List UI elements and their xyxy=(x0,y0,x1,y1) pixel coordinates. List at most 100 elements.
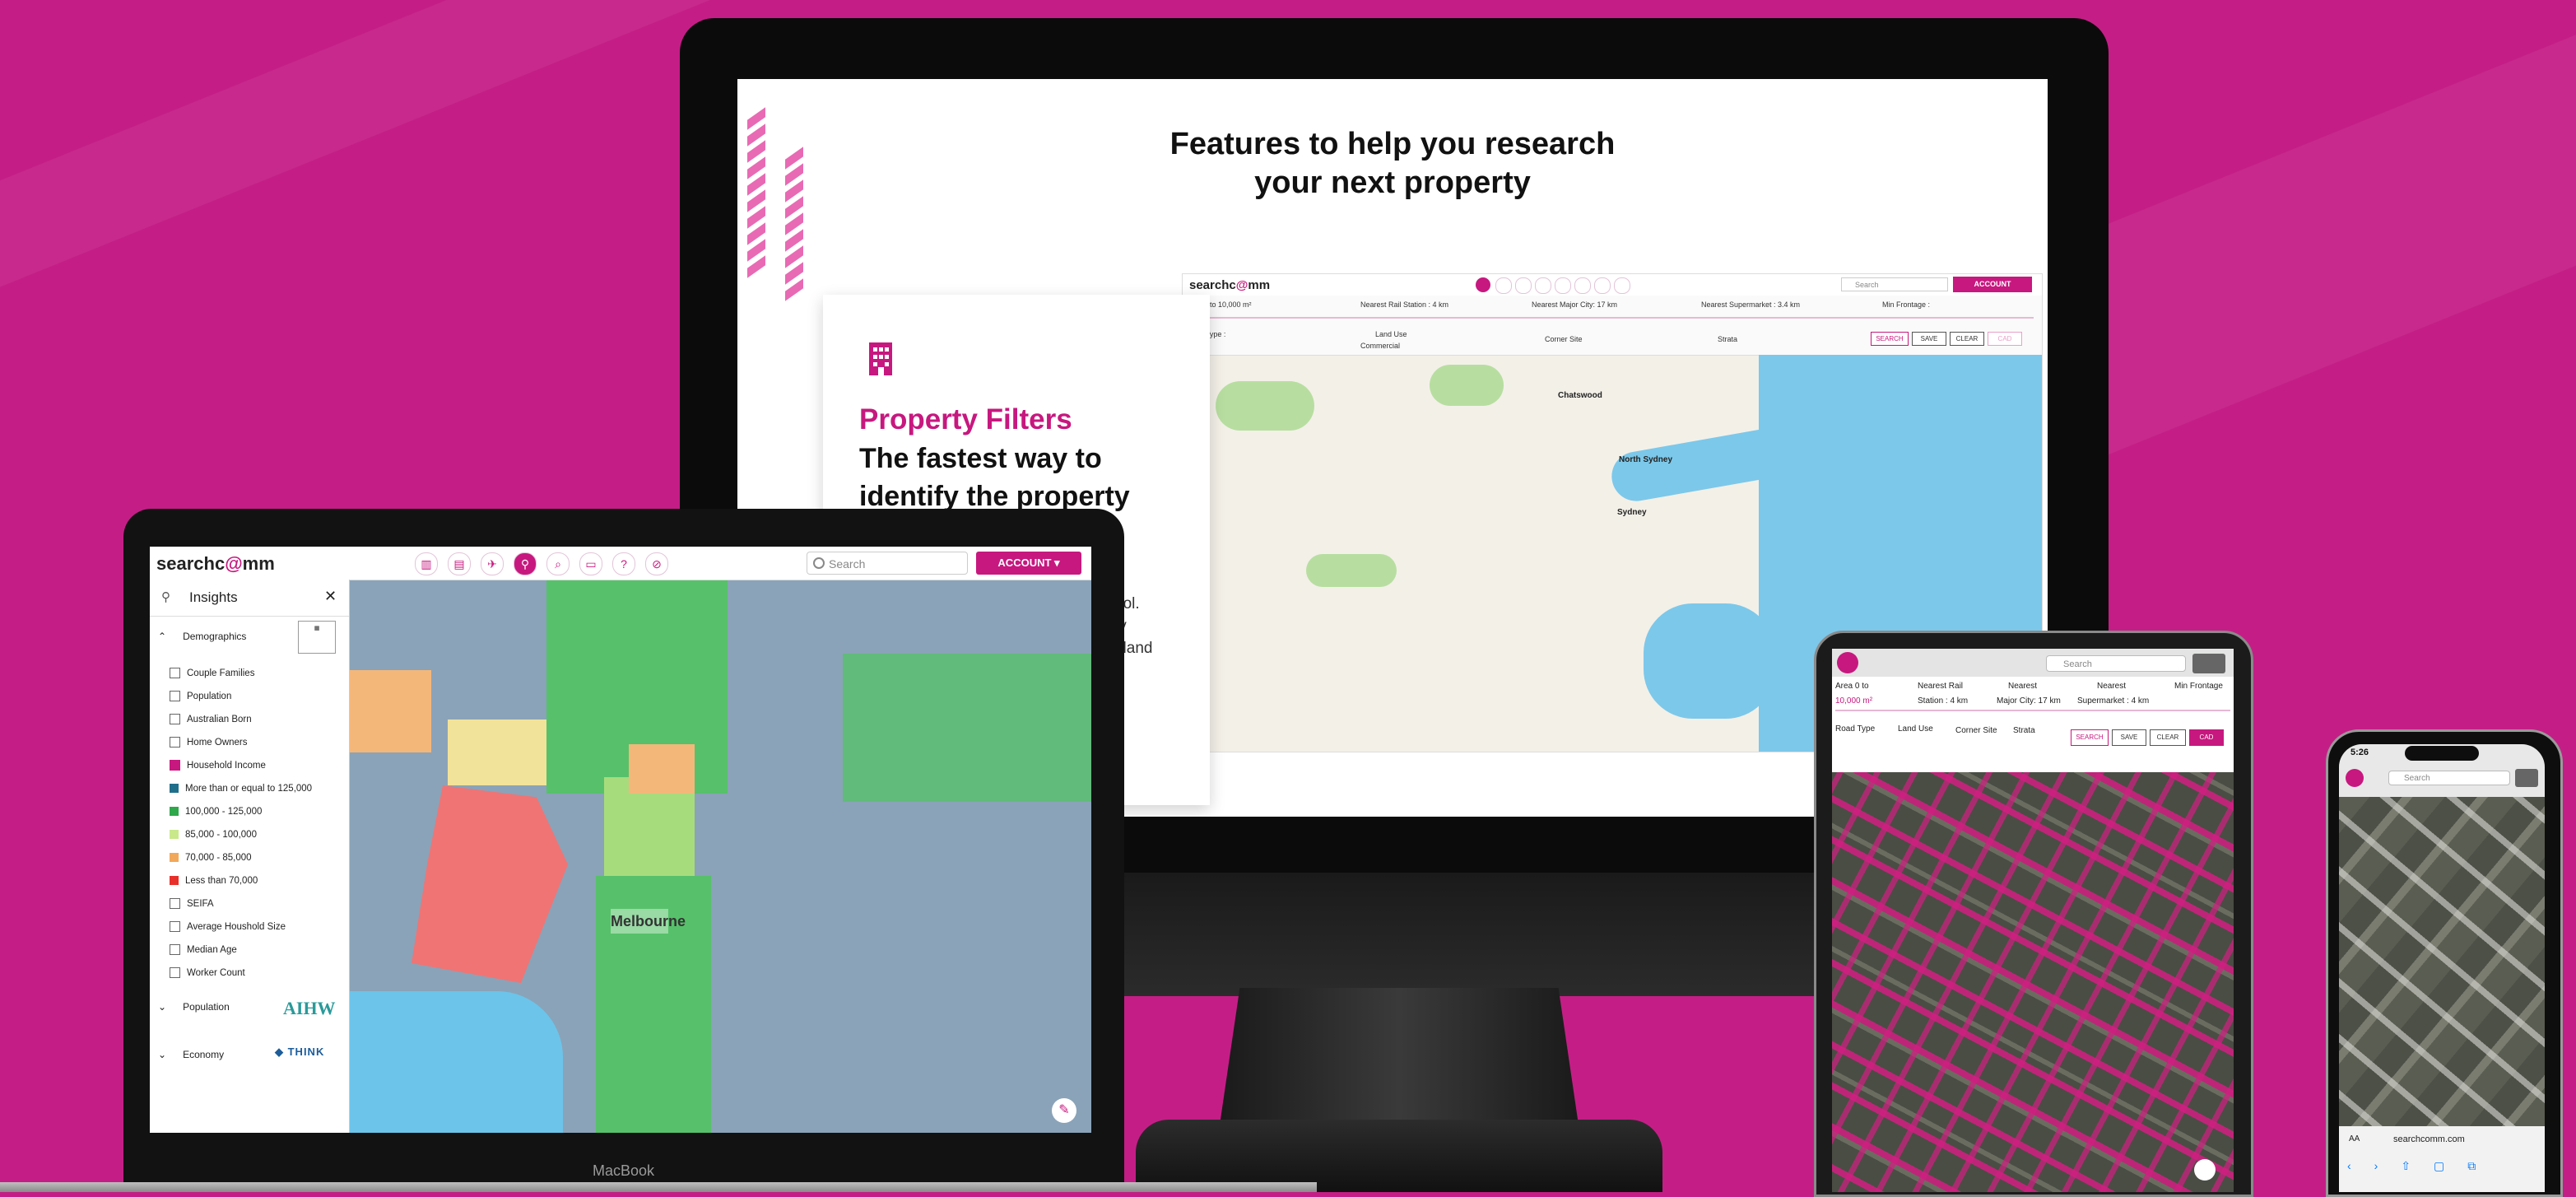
draw-tool-icon[interactable] xyxy=(2194,1159,2216,1181)
section-economy[interactable]: ⌄ Economy xyxy=(158,1049,224,1060)
park xyxy=(1216,381,1314,431)
searchcomm-logo[interactable] xyxy=(1837,652,1858,673)
headline-line-2: your next property xyxy=(1254,165,1531,200)
laptop-base xyxy=(0,1182,1317,1192)
land-use-filter[interactable]: Land Use xyxy=(1898,724,1933,734)
menu-button[interactable] xyxy=(2192,654,2225,673)
account-button[interactable]: ACCOUNT xyxy=(1953,277,2032,292)
nearest-city-filter[interactable]: Nearest Major City: 17 km xyxy=(1532,300,1617,309)
major-city-value: Major City: 17 km xyxy=(1997,696,2061,706)
help-icon[interactable] xyxy=(1594,277,1611,294)
slider-track[interactable] xyxy=(1186,317,2034,319)
income-region-orange xyxy=(349,670,431,752)
checkbox-seifa[interactable]: SEIFA xyxy=(170,896,214,912)
section-population[interactable]: ⌄ Population xyxy=(158,1001,230,1013)
slider-track[interactable] xyxy=(1835,710,2230,711)
browser-bar: AA searchcomm.com ‹›⇧▢⧉ xyxy=(2339,1126,2545,1192)
cad-button[interactable]: CAD xyxy=(2189,729,2224,746)
clear-button[interactable]: CLEAR xyxy=(1950,332,1984,346)
insights-icon[interactable]: ⚲ xyxy=(514,552,537,575)
insights-title: Insights xyxy=(189,589,238,605)
corner-site-toggle[interactable]: Corner Site xyxy=(1545,335,1583,343)
plane-icon[interactable] xyxy=(1515,277,1532,294)
searchcomm-logo[interactable] xyxy=(2346,769,2364,787)
plane-icon[interactable]: ✈ xyxy=(481,552,504,575)
clear-button[interactable]: CLEAR xyxy=(2150,729,2186,746)
account-button[interactable]: ACCOUNT ▾ xyxy=(976,552,1081,575)
area-filter[interactable]: Area 0 to xyxy=(1835,682,1869,691)
nearest-city-filter[interactable]: Nearest xyxy=(2008,682,2037,691)
search-input[interactable]: Search xyxy=(1841,277,1948,291)
legend-item: 100,000 - 125,000 xyxy=(170,803,262,820)
checkbox-population[interactable]: Population xyxy=(170,688,231,705)
map-nav-bar: searchc@mm Search ACCOUNT xyxy=(1183,274,2042,296)
checkbox-worker-count[interactable]: Worker Count xyxy=(170,965,245,981)
checkbox-household-income[interactable]: Household Income xyxy=(170,757,266,774)
cad-button[interactable]: CAD xyxy=(1988,332,2022,346)
nearest-rail-filter[interactable]: Nearest Rail xyxy=(1918,682,1963,691)
pencil-icon[interactable]: ✎ xyxy=(1052,1098,1076,1123)
search-button[interactable]: SEARCH xyxy=(1871,332,1909,346)
search-input[interactable]: Search xyxy=(807,552,968,575)
legend-item: Less than 70,000 xyxy=(170,873,258,889)
layers-off-icon[interactable] xyxy=(1614,277,1630,294)
search-button[interactable]: SEARCH xyxy=(2071,729,2109,746)
aerial-map-property-overlay[interactable] xyxy=(1832,772,2234,1192)
tablet-screen: Search Area 0 to Nearest Rail Nearest Ne… xyxy=(1832,649,2234,1192)
road-type-filter[interactable]: Road Type xyxy=(1835,724,1875,734)
legend-item: More than or equal to 125,000 xyxy=(170,780,312,797)
folder-icon[interactable] xyxy=(1574,277,1591,294)
checkbox-australian-born[interactable]: Australian Born xyxy=(170,711,252,728)
checkbox-home-owners[interactable]: Home Owners xyxy=(170,734,248,751)
section-demographics[interactable]: ⌃ Demographics xyxy=(158,631,246,642)
help-icon[interactable]: ? xyxy=(612,552,635,575)
land-use-filter[interactable]: Land Use xyxy=(1375,330,1407,338)
building-icon[interactable] xyxy=(1476,277,1490,292)
park xyxy=(1306,554,1397,587)
save-button[interactable]: SAVE xyxy=(1912,332,1946,346)
menu-button[interactable] xyxy=(2515,769,2538,787)
store-icon[interactable] xyxy=(1495,277,1512,294)
min-frontage-filter[interactable]: Min Frontage : xyxy=(1882,300,1930,309)
monitor-stand xyxy=(1218,988,1580,1136)
card-heading: Property Filters xyxy=(859,403,1072,435)
melbourne-income-map[interactable]: Melbourne ✎ xyxy=(349,580,1091,1133)
store-icon[interactable]: ▤ xyxy=(448,552,471,575)
corner-site-toggle[interactable]: Corner Site xyxy=(1955,726,1997,735)
phone-header: 5:26 Search xyxy=(2339,744,2545,797)
map-label-north-sydney: North Sydney xyxy=(1619,455,1673,464)
layers-off-icon[interactable]: ⊘ xyxy=(645,552,668,575)
searchcomm-logo[interactable]: searchc@mm xyxy=(156,553,275,575)
search-input[interactable]: Search xyxy=(2388,771,2510,785)
checkbox-couple-families[interactable]: Couple Families xyxy=(170,665,254,682)
browser-toolbar[interactable]: ‹›⇧▢⧉ xyxy=(2347,1159,2536,1176)
card-title: The fastest way to identify the property xyxy=(859,443,1130,512)
monitor-stand-base xyxy=(1136,1120,1662,1192)
address-bar[interactable]: searchcomm.com xyxy=(2393,1134,2465,1144)
map-label-melbourne: Melbourne xyxy=(611,909,686,934)
station-value: Station : 4 km xyxy=(1918,696,1969,706)
nearest-supermarket-filter[interactable]: Nearest Supermarket : 3.4 km xyxy=(1701,300,1800,309)
search-zoom-icon[interactable]: ⌕ xyxy=(546,552,570,575)
search-zoom-icon[interactable] xyxy=(1555,277,1571,294)
strata-toggle[interactable]: Strata xyxy=(1718,335,1737,343)
income-region-orange xyxy=(629,744,695,794)
income-region-yellow xyxy=(448,720,546,785)
save-button[interactable]: SAVE xyxy=(2112,729,2146,746)
insights-icon[interactable] xyxy=(1535,277,1551,294)
nearest-rail-filter[interactable]: Nearest Rail Station : 4 km xyxy=(1360,300,1448,309)
nearest-supermarket-filter[interactable]: Nearest xyxy=(2097,682,2126,691)
checkbox-median-age[interactable]: Median Age xyxy=(170,942,237,958)
reader-button[interactable]: AA xyxy=(2349,1134,2360,1143)
building-icon[interactable]: ▥ xyxy=(415,552,438,575)
min-frontage-filter[interactable]: Min Frontage xyxy=(2174,682,2223,691)
land-use-value[interactable]: Commercial xyxy=(1360,342,1400,350)
close-icon[interactable]: ✕ xyxy=(324,588,337,605)
aerial-map[interactable] xyxy=(2339,797,2545,1126)
strata-toggle[interactable]: Strata xyxy=(2013,726,2035,735)
status-time: 5:26 xyxy=(2350,748,2369,757)
checkbox-household-size[interactable]: Average Houshold Size xyxy=(170,919,286,935)
folder-icon[interactable]: ▭ xyxy=(579,552,602,575)
search-input[interactable]: Search xyxy=(2046,655,2186,672)
aihw-logo: AIHW xyxy=(283,998,336,1018)
